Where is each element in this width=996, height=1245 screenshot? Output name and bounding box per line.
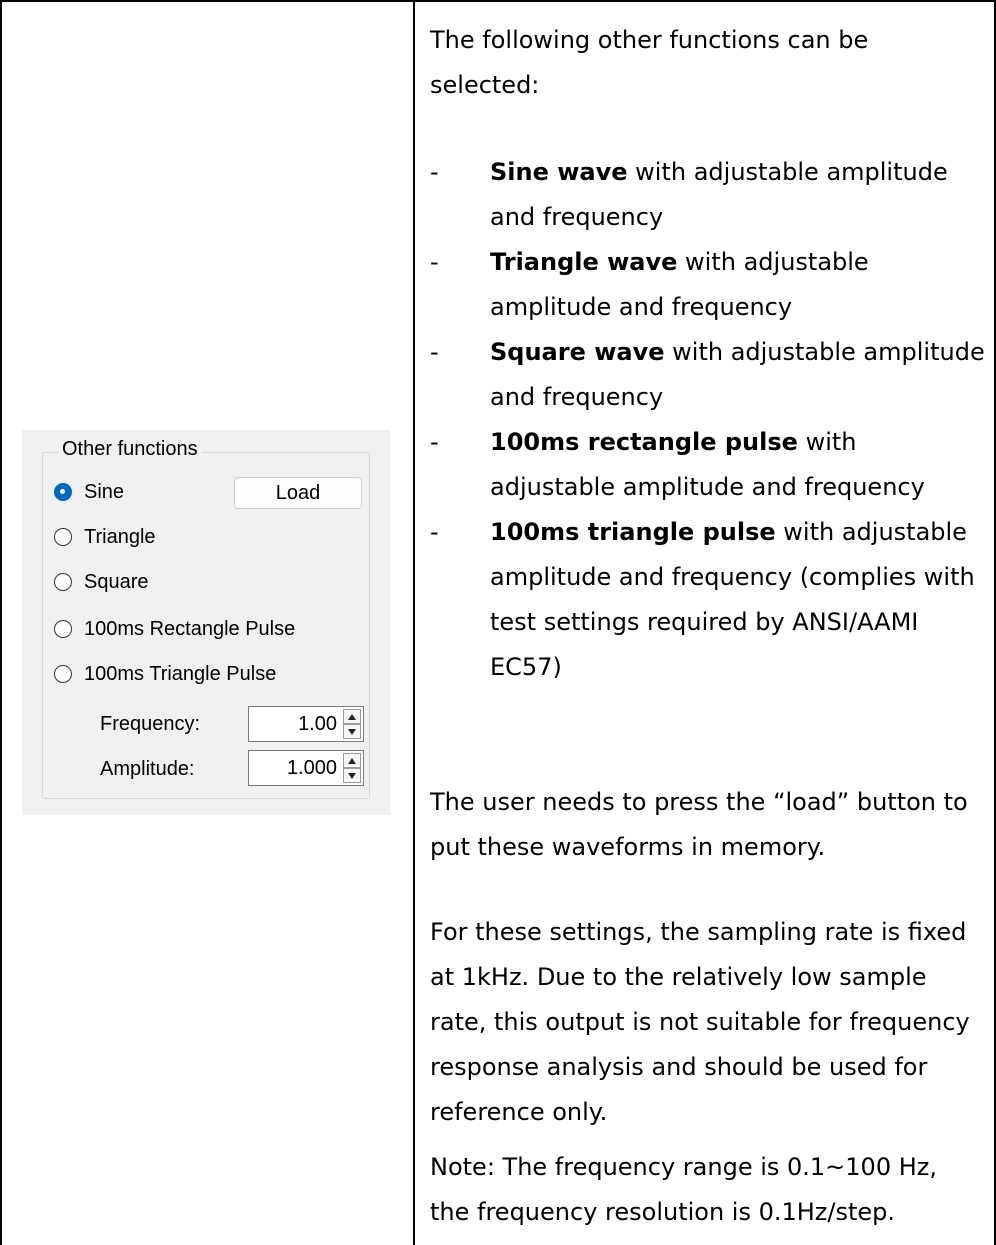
bullet-dash: - (430, 518, 439, 546)
radio-label: 100ms Rectangle Pulse (84, 617, 296, 640)
radio-label: Square (84, 570, 149, 593)
frequency-label: Frequency: (100, 712, 201, 735)
bullet-term: 100ms triangle pulse (490, 518, 776, 546)
group-title: Other functions (58, 438, 202, 461)
bullet-dash: - (430, 338, 439, 366)
bullet-term: Square wave (490, 338, 665, 366)
radio-label: 100ms Triangle Pulse (84, 662, 277, 685)
radio-unselected-icon[interactable] (54, 665, 72, 683)
radio-label: Sine (84, 480, 125, 503)
table-border-top (0, 0, 996, 2)
radio-sine[interactable]: Sine (54, 478, 124, 506)
frequency-spinbox[interactable]: 1.00 (248, 706, 364, 742)
load-note: The user needs to press the “load” butto… (430, 788, 968, 861)
other-functions-panel: Other functions Sine Load Triangle Squar… (22, 430, 390, 815)
list-item: - 100ms triangle pulse with adjustable a… (430, 510, 986, 690)
amplitude-value[interactable]: 1.000 (287, 751, 337, 785)
radio-unselected-icon[interactable] (54, 573, 72, 591)
list-item: - Triangle wave with adjustable amplitud… (430, 240, 986, 330)
list-item: - 100ms rectangle pulse with adjustable … (430, 420, 986, 510)
table-border-left (0, 0, 2, 1245)
radio-unselected-icon[interactable] (54, 620, 72, 638)
amplitude-decrement-button[interactable] (343, 768, 361, 783)
radio-100ms-triangle-pulse[interactable]: 100ms Triangle Pulse (54, 660, 276, 688)
radio-square[interactable]: Square (54, 568, 149, 596)
frequency-value[interactable]: 1.00 (298, 707, 337, 741)
function-list: - Sine wave with adjustable amplitude an… (430, 150, 986, 690)
sampling-note: For these settings, the sampling rate is… (430, 918, 970, 1126)
amplitude-spinbox[interactable]: 1.000 (248, 750, 364, 786)
radio-label: Triangle (84, 525, 156, 548)
arrow-down-icon (348, 772, 356, 779)
bullet-term: Triangle wave (490, 248, 678, 276)
amplitude-increment-button[interactable] (343, 753, 361, 768)
frequency-increment-button[interactable] (343, 709, 361, 724)
bullet-dash: - (430, 248, 439, 276)
frequency-range-note: Note: The frequency range is 0.1~100 Hz,… (430, 1153, 937, 1226)
bullet-term: Sine wave (490, 158, 628, 186)
amplitude-label: Amplitude: (100, 757, 195, 780)
radio-unselected-icon[interactable] (54, 528, 72, 546)
bullet-term: 100ms rectangle pulse (490, 428, 798, 456)
frequency-decrement-button[interactable] (343, 724, 361, 739)
radio-triangle[interactable]: Triangle (54, 523, 156, 551)
arrow-up-icon (348, 757, 356, 764)
arrow-up-icon (348, 713, 356, 720)
list-item: - Sine wave with adjustable amplitude an… (430, 150, 986, 240)
bullet-dash: - (430, 428, 439, 456)
table-column-divider (413, 0, 415, 1245)
arrow-down-icon (348, 728, 356, 735)
intro-text: The following other functions can be sel… (430, 26, 869, 99)
radio-100ms-rectangle-pulse[interactable]: 100ms Rectangle Pulse (54, 615, 295, 643)
bullet-dash: - (430, 158, 439, 186)
list-item: - Square wave with adjustable amplitude … (430, 330, 986, 420)
radio-selected-icon[interactable] (54, 483, 72, 501)
load-button[interactable]: Load (234, 477, 362, 509)
